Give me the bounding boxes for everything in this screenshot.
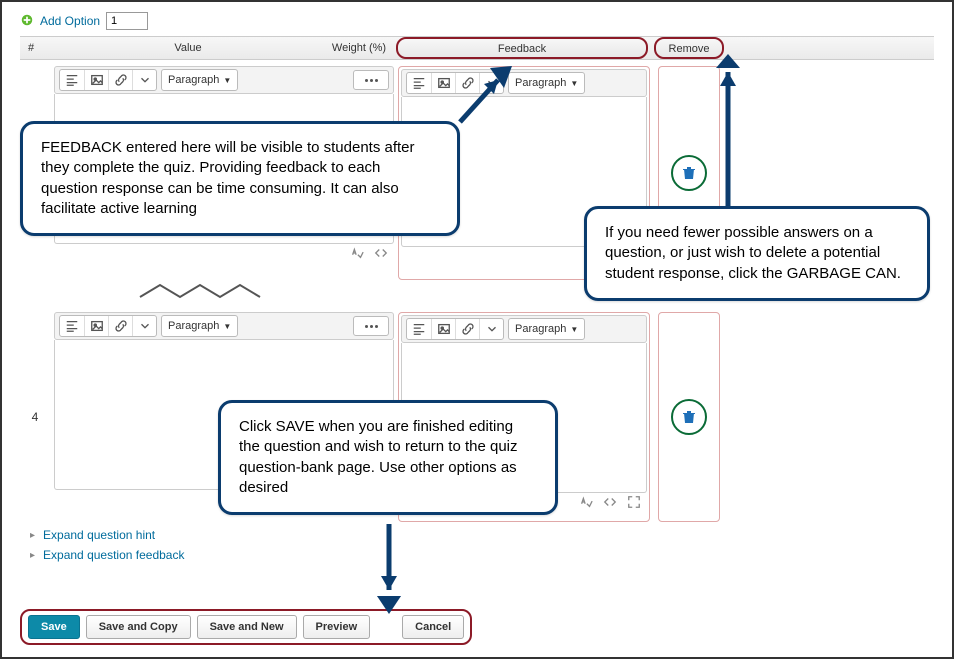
col-value: Value xyxy=(54,42,322,54)
callout-save: Click SAVE when you are finished editing… xyxy=(218,400,558,515)
expand-question-feedback[interactable]: ▸ Expand question feedback xyxy=(30,548,934,562)
row-separator-icon xyxy=(60,282,360,306)
paragraph-label: Paragraph xyxy=(515,77,566,89)
paragraph-select[interactable]: Paragraph▼ xyxy=(161,69,238,91)
save-and-new-button[interactable]: Save and New xyxy=(197,615,297,639)
arrow-icon xyxy=(698,48,758,221)
value-editor-toolbar: Paragraph▼ xyxy=(54,66,394,94)
delete-option-button[interactable] xyxy=(671,399,707,435)
dropdown-icon[interactable] xyxy=(132,316,156,336)
arrow-icon xyxy=(364,518,414,621)
paragraph-select[interactable]: Paragraph▼ xyxy=(161,315,238,337)
save-and-copy-button[interactable]: Save and Copy xyxy=(86,615,191,639)
callout-garbage: If you need fewer possible answers on a … xyxy=(584,206,930,301)
indent-icon[interactable] xyxy=(60,70,84,90)
trash-icon xyxy=(681,409,697,425)
plus-icon xyxy=(20,13,34,30)
callout-feedback: FEEDBACK entered here will be visible to… xyxy=(20,121,460,236)
expand-question-hint[interactable]: ▸ Expand question hint xyxy=(30,528,934,542)
paragraph-label: Paragraph xyxy=(168,74,219,86)
indent-icon[interactable] xyxy=(407,73,431,93)
expand-hint-label: Expand question hint xyxy=(43,528,155,542)
col-weight: Weight (%) xyxy=(322,42,396,54)
image-icon[interactable] xyxy=(84,316,108,336)
feedback-editor-toolbar: Paragraph▼ xyxy=(401,315,647,343)
paragraph-select[interactable]: Paragraph▼ xyxy=(508,318,585,340)
col-feedback-highlight: Feedback xyxy=(396,37,648,59)
indent-icon[interactable] xyxy=(60,316,84,336)
fullscreen-icon[interactable] xyxy=(627,495,641,512)
chevron-right-icon: ▸ xyxy=(30,550,35,561)
spellcheck-icon[interactable] xyxy=(579,495,593,512)
spellcheck-icon[interactable] xyxy=(350,246,364,263)
link-icon[interactable] xyxy=(108,316,132,336)
image-icon[interactable] xyxy=(84,70,108,90)
expand-feedback-label: Expand question feedback xyxy=(43,548,184,562)
options-table-header: # Value Weight (%) Feedback Remove xyxy=(20,36,934,60)
preview-button[interactable]: Preview xyxy=(303,615,371,639)
add-option-count-input[interactable] xyxy=(106,12,148,30)
chevron-right-icon: ▸ xyxy=(30,530,35,541)
dropdown-icon[interactable] xyxy=(479,319,503,339)
indent-icon[interactable] xyxy=(407,319,431,339)
more-icon[interactable] xyxy=(353,70,389,90)
link-icon[interactable] xyxy=(455,319,479,339)
more-icon[interactable] xyxy=(353,316,389,336)
feedback-editor-toolbar: Paragraph▼ xyxy=(401,69,647,97)
code-icon[interactable] xyxy=(374,246,388,263)
image-icon[interactable] xyxy=(431,319,455,339)
col-number: # xyxy=(20,42,54,54)
trash-icon xyxy=(681,165,697,181)
link-icon[interactable] xyxy=(108,70,132,90)
dropdown-icon[interactable] xyxy=(132,70,156,90)
save-button[interactable]: Save xyxy=(28,615,80,639)
row-number: 4 xyxy=(20,312,50,522)
paragraph-label: Paragraph xyxy=(515,323,566,335)
add-option-row: Add Option xyxy=(20,12,934,30)
paragraph-label: Paragraph xyxy=(168,320,219,332)
add-option-link[interactable]: Add Option xyxy=(40,14,100,28)
code-icon[interactable] xyxy=(603,495,617,512)
value-editor-toolbar: Paragraph▼ xyxy=(54,312,394,340)
arrow-icon xyxy=(450,60,520,133)
